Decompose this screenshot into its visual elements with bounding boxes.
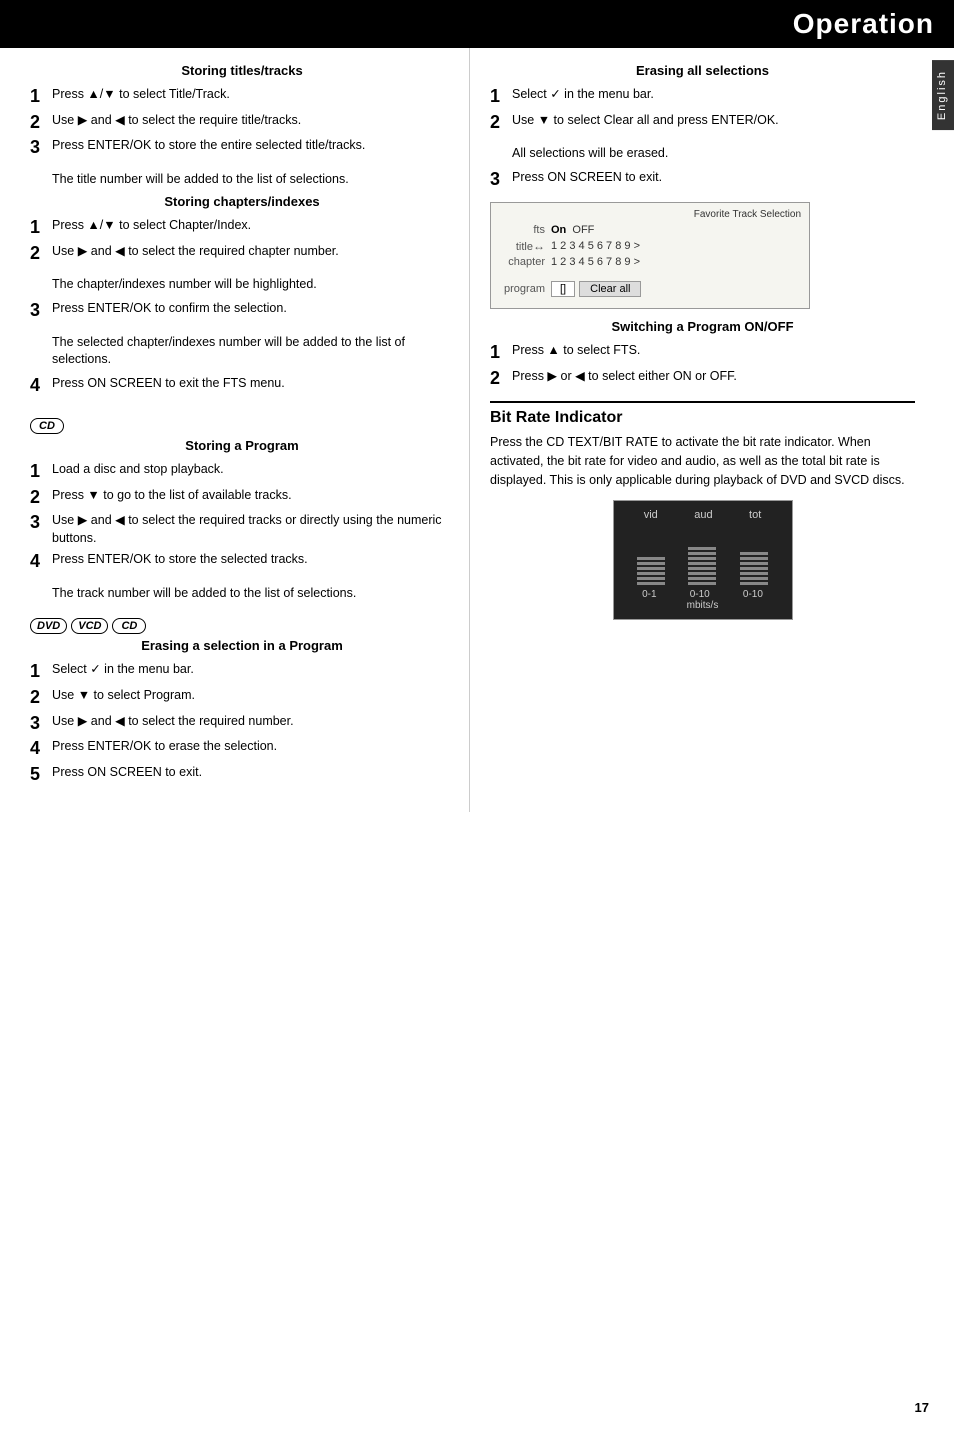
section-switching-heading: Switching a Program ON/OFF [490, 319, 915, 334]
storing-titles-note: The title number will be added to the li… [52, 171, 454, 189]
storing-chapters-list2: 3 Press ENTER/OK to confirm the selectio… [30, 300, 454, 322]
list-item: 2 Use ▼ to select Clear all and press EN… [490, 112, 915, 134]
page-header: Operation [0, 0, 954, 48]
section-erasing-all-heading: Erasing all selections [490, 63, 915, 78]
dvd-badge: DVD [30, 618, 67, 634]
cd-media-label: CD [30, 418, 64, 434]
list-item: 1 Load a disc and stop playback. [30, 461, 454, 483]
vcd-badge: VCD [71, 618, 108, 634]
bitrate-screen: vid aud tot [613, 500, 793, 620]
list-item: 3 Use ▶ and ◀ to select the required num… [30, 713, 454, 735]
fts-numbers2: 1 2 3 4 5 6 7 8 9 > [551, 256, 640, 268]
chapter-note2: The selected chapter/indexes number will… [52, 334, 454, 369]
bit-rate-heading: Bit Rate Indicator [490, 409, 915, 427]
fts-row-fts: fts On OFF [499, 224, 801, 236]
list-item: 3 Press ENTER/OK to confirm the selectio… [30, 300, 454, 322]
language-tab: English [932, 60, 954, 130]
switching-list: 1 Press ▲ to select FTS. 2 Press ▶ or ◀ … [490, 342, 915, 389]
list-item: 1 Press ▲ to select FTS. [490, 342, 915, 364]
list-item: 3 Use ▶ and ◀ to select the required tra… [30, 512, 454, 547]
list-item: 2 Press ▼ to go to the list of available… [30, 487, 454, 509]
storing-program-list: 1 Load a disc and stop playback. 2 Press… [30, 461, 454, 573]
erasing-selection-list: 1 Select ✓ in the menu bar. 2 Use ▼ to s… [30, 661, 454, 785]
list-item: 2 Use ▶ and ◀ to select the required cha… [30, 243, 454, 265]
section-storing-chapters-heading: Storing chapters/indexes [30, 194, 454, 209]
fts-label-fts: fts [499, 224, 551, 236]
list-item: 1 Press ▲/▼ to select Chapter/Index. [30, 217, 454, 239]
fts-row-title: title↔ 1 2 3 4 5 6 7 8 9 > [499, 239, 801, 253]
dvd-vcd-cd-media-labels: DVD VCD CD [30, 618, 146, 634]
list-item: 3 Press ENTER/OK to store the entire sel… [30, 137, 454, 159]
bitrate-header: vid aud tot [626, 509, 780, 521]
fts-label-title: title↔ [499, 239, 551, 253]
storing-titles-list: 1 Press ▲/▼ to select Title/Track. 2 Use… [30, 86, 454, 159]
list-item: 5 Press ON SCREEN to exit. [30, 764, 454, 786]
bitrate-aud-label: aud [694, 509, 712, 521]
storing-program-note: The track number will be added to the li… [52, 585, 454, 603]
fts-bracket: [] [551, 281, 575, 297]
list-item: 2 Press ▶ or ◀ to select either ON or OF… [490, 368, 915, 390]
list-item: 4 Press ON SCREEN to exit the FTS menu. [30, 375, 454, 397]
list-item: 2 Use ▶ and ◀ to select the require titl… [30, 112, 454, 134]
right-column: Erasing all selections 1 Select ✓ in the… [470, 48, 930, 812]
section-storing-titles-heading: Storing titles/tracks [30, 63, 454, 78]
fts-row-program: program [] Clear all [499, 279, 801, 299]
erasing-all-list: 1 Select ✓ in the menu bar. 2 Use ▼ to s… [490, 86, 915, 133]
storing-chapters-list: 1 Press ▲/▼ to select Chapter/Index. 2 U… [30, 217, 454, 264]
section-storing-program-heading: Storing a Program [30, 438, 454, 453]
cd-badge2: CD [112, 618, 146, 634]
list-item: 4 Press ENTER/OK to store the selected t… [30, 551, 454, 573]
list-item: 1 Select ✓ in the menu bar. [30, 661, 454, 683]
bitrate-val-vid: 0-1 [642, 589, 656, 600]
fts-off-label: OFF [572, 224, 594, 236]
fts-label-program: program [499, 283, 551, 295]
erasing-all-note: All selections will be erased. [512, 145, 915, 163]
fts-numbers1: 1 2 3 4 5 6 7 8 9 > [551, 240, 640, 252]
bitrate-vid-label: vid [644, 509, 658, 521]
list-item: 1 Press ▲/▼ to select Title/Track. [30, 86, 454, 108]
list-item: 1 Select ✓ in the menu bar. [490, 86, 915, 108]
page-title: Operation [793, 8, 934, 39]
bitrate-bars [626, 525, 780, 585]
fts-on-label: On [551, 224, 566, 236]
list-item: 2 Use ▼ to select Program. [30, 687, 454, 709]
list-item: 3 Press ON SCREEN to exit. [490, 169, 915, 191]
bitrate-footer: 0-1 0-10 0-10 [626, 589, 780, 600]
fts-screen: Favorite Track Selection fts On OFF titl… [490, 202, 810, 309]
fts-row-chapter: chapter 1 2 3 4 5 6 7 8 9 > [499, 256, 801, 268]
bitrate-val-aud: 0-10 [690, 589, 710, 600]
fts-screen-title: Favorite Track Selection [499, 209, 801, 220]
bitrate-tot-label: tot [749, 509, 761, 521]
bar-col-vid [637, 557, 665, 585]
page-number: 17 [915, 1400, 929, 1415]
bar-col-aud [688, 547, 716, 585]
storing-chapters-list3: 4 Press ON SCREEN to exit the FTS menu. [30, 375, 454, 397]
section-erasing-selection-heading: Erasing a selection in a Program [30, 638, 454, 653]
left-column: Storing titles/tracks 1 Press ▲/▼ to sel… [10, 48, 470, 812]
bitrate-val-tot: 0-10 [743, 589, 763, 600]
erasing-all-list2: 3 Press ON SCREEN to exit. [490, 169, 915, 191]
section-divider [490, 401, 915, 403]
clear-all-button[interactable]: Clear all [579, 281, 641, 297]
bitrate-unit: mbits/s [626, 600, 780, 611]
list-item: 4 Press ENTER/OK to erase the selection. [30, 738, 454, 760]
bit-rate-body: Press the CD TEXT/BIT RATE to activate t… [490, 433, 915, 489]
cd-badge: CD [30, 418, 64, 434]
fts-label-chapter: chapter [499, 256, 551, 268]
chapter-note1: The chapter/indexes number will be highl… [52, 276, 454, 294]
bar-col-tot [740, 552, 768, 585]
